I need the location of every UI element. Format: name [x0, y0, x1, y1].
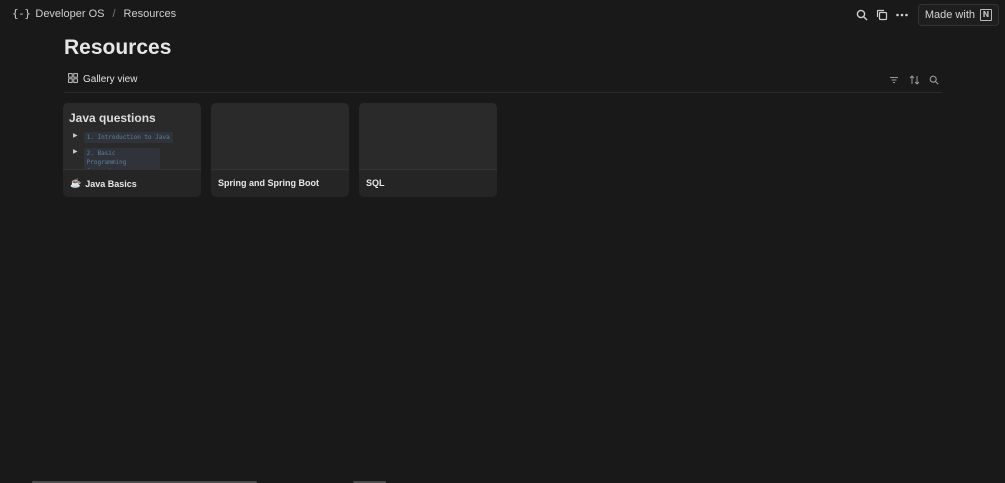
- card-title: SQL: [366, 178, 385, 188]
- preview-toggle-item: ▶ 1. Introduction to Java: [73, 132, 173, 143]
- preview-code-text: 2. Basic Programming Concepts: [83, 148, 160, 169]
- preview-title: Java questions: [69, 111, 156, 125]
- filter-icon[interactable]: [886, 72, 902, 88]
- breadcrumb-page[interactable]: Resources: [124, 8, 177, 20]
- preview-toggle-item: ▶ 2. Basic Programming Concepts: [73, 148, 183, 169]
- workspace-logo-icon: {-}: [12, 7, 31, 20]
- breadcrumb-separator: /: [112, 7, 116, 20]
- top-actions: Made with N: [852, 4, 1005, 26]
- card-name: SQL: [366, 178, 385, 188]
- coffee-cup-icon: ☕: [70, 178, 82, 188]
- gallery-grid-icon: [68, 73, 78, 86]
- gallery: Java questions ▶ 1. Introduction to Java…: [63, 103, 497, 197]
- toggle-triangle-icon: ▶: [73, 149, 78, 155]
- breadcrumb: {-} Developer OS / Resources: [12, 7, 176, 20]
- view-bar: Gallery view: [64, 70, 942, 93]
- card-name: Spring and Spring Boot: [218, 178, 319, 188]
- made-with-label: Made with: [924, 9, 975, 21]
- page-title: Resources: [64, 36, 172, 59]
- card-preview: Java questions ▶ 1. Introduction to Java…: [63, 103, 201, 170]
- made-with-notion-button[interactable]: Made with N: [917, 4, 999, 26]
- view-label: Gallery view: [83, 74, 138, 85]
- card-name: ☕ Java Basics: [70, 178, 137, 189]
- notion-logo-icon: N: [980, 9, 992, 21]
- card-preview: [211, 103, 349, 170]
- more-icon[interactable]: [892, 5, 912, 25]
- top-bar: {-} Developer OS / Resources Made with N: [0, 0, 1005, 28]
- search-icon[interactable]: [926, 72, 942, 88]
- card-title: Java Basics: [85, 178, 137, 189]
- toggle-triangle-icon: ▶: [73, 133, 78, 139]
- duplicate-icon[interactable]: [872, 5, 892, 25]
- preview-code-text: 1. Introduction to Java: [83, 132, 173, 143]
- card-preview: [359, 103, 497, 170]
- sort-icon[interactable]: [906, 72, 922, 88]
- view-tools: [886, 72, 942, 88]
- card-title: Spring and Spring Boot: [218, 178, 319, 188]
- search-icon[interactable]: [852, 5, 872, 25]
- gallery-card[interactable]: SQL: [359, 103, 497, 197]
- gallery-card[interactable]: Spring and Spring Boot: [211, 103, 349, 197]
- breadcrumb-workspace[interactable]: Developer OS: [35, 8, 104, 20]
- gallery-card[interactable]: Java questions ▶ 1. Introduction to Java…: [63, 103, 201, 197]
- tab-gallery-view[interactable]: Gallery view: [68, 73, 137, 86]
